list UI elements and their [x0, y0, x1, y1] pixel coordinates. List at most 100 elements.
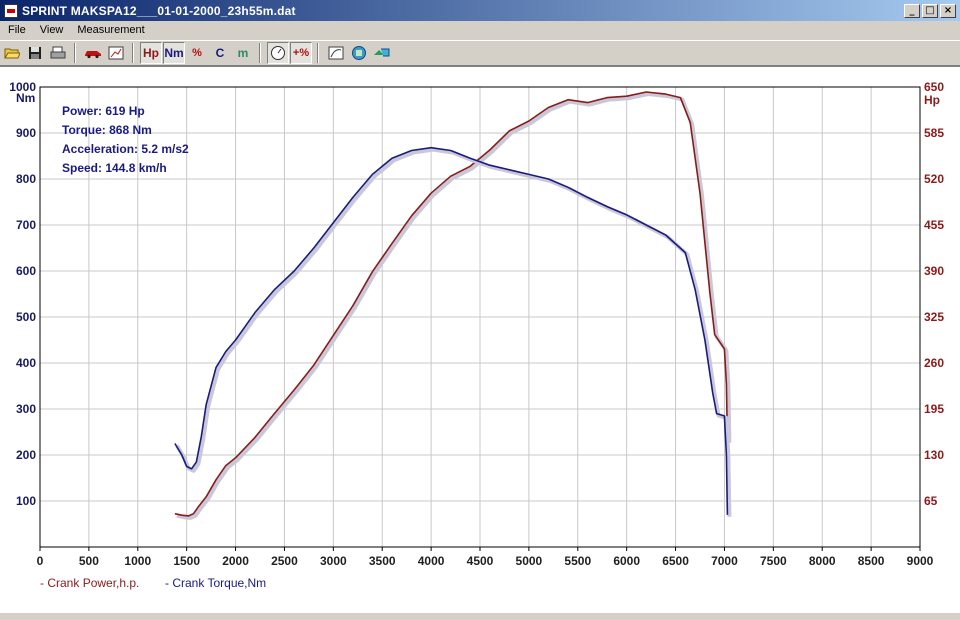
- x-tick-label: 3500: [369, 554, 396, 568]
- torque-curve: [174, 146, 729, 515]
- series-shadow-1: [175, 147, 732, 517]
- m-label: m: [237, 46, 249, 60]
- x-tick-label: 500: [79, 554, 99, 568]
- print-button[interactable]: [47, 42, 69, 64]
- window-title: SPRINT MAKSPA12___01-01-2000_23h55m.dat: [22, 3, 296, 18]
- x-tick-label: 7500: [760, 554, 787, 568]
- legend-power-label: Crank Power,h.p.: [47, 576, 139, 590]
- percent-button[interactable]: %: [186, 42, 208, 64]
- nm-toggle-label: Nm: [164, 46, 184, 60]
- open-folder-icon: [4, 48, 20, 59]
- x-tick-label: 5000: [516, 554, 543, 568]
- graph-view-button[interactable]: [105, 42, 127, 64]
- curve-chart-icon: [328, 46, 344, 60]
- car-button[interactable]: [82, 42, 104, 64]
- close-button[interactable]: ×: [940, 3, 956, 18]
- legend-torque-label: Crank Torque,Nm: [172, 576, 266, 590]
- y-axis-right: 65 130 195 260 325 390 455 520 585 650: [924, 80, 944, 508]
- x-tick-label: 0: [37, 554, 44, 568]
- y-right-tick-label: 650: [924, 80, 944, 94]
- c-label: C: [215, 46, 225, 60]
- open-folder-button[interactable]: [1, 42, 23, 64]
- export-button[interactable]: [371, 42, 393, 64]
- x-tick-label: 8500: [858, 554, 885, 568]
- legend-power: - Crank Power,h.p.: [40, 576, 139, 590]
- maximize-button[interactable]: □: [922, 3, 938, 18]
- x-tick-label: 4000: [418, 554, 445, 568]
- y-left-tick-label: 200: [16, 448, 36, 462]
- toolbar: Hp Nm % C m +%: [0, 40, 960, 66]
- info-acceleration: Acceleration: 5.2 m/s2: [62, 142, 189, 156]
- gauge-icon: [271, 46, 285, 60]
- y-left-tick-label: 900: [16, 126, 36, 140]
- power-curve: [174, 91, 729, 517]
- hp-toggle-button[interactable]: Hp: [140, 42, 162, 64]
- x-tick-label: 4500: [467, 554, 494, 568]
- x-tick-label: 3000: [320, 554, 347, 568]
- y-right-tick-label: 65: [924, 494, 938, 508]
- y-right-tick-label: 520: [924, 172, 944, 186]
- x-tick-label: 1000: [124, 554, 151, 568]
- curve-button[interactable]: [325, 42, 347, 64]
- x-tick-label: 1500: [173, 554, 200, 568]
- plus-percent-label: +%: [292, 47, 310, 59]
- save-button[interactable]: [24, 42, 46, 64]
- y-left-tick-label: 300: [16, 402, 36, 416]
- m-button[interactable]: m: [232, 42, 254, 64]
- gauge-button[interactable]: [267, 42, 289, 64]
- y-left-unit-label: Nm: [16, 91, 35, 105]
- y-right-tick-label: 455: [924, 218, 944, 232]
- info-speed: Speed: 144.8 km/h: [62, 161, 167, 175]
- y-left-tick-label: 400: [16, 356, 36, 370]
- y-right-tick-label: 130: [924, 448, 944, 462]
- y-right-tick-label: 585: [924, 126, 944, 140]
- legend: - Crank Power,h.p. - Crank Torque,Nm: [40, 576, 266, 590]
- y-left-tick-label: 700: [16, 218, 36, 232]
- hp-toggle-label: Hp: [143, 46, 159, 60]
- menu-file[interactable]: File: [0, 24, 32, 36]
- dyno-icon: [352, 46, 366, 60]
- minimize-button[interactable]: _: [904, 3, 920, 18]
- x-tick-label: 9000: [907, 554, 934, 568]
- toolbar-separator: [132, 43, 134, 63]
- legend-torque: - Crank Torque,Nm: [165, 576, 266, 590]
- grid: [40, 87, 920, 547]
- menu-measurement[interactable]: Measurement: [69, 24, 150, 36]
- info-torque: Torque: 868 Nm: [62, 123, 152, 137]
- y-left-tick-label: 600: [16, 264, 36, 278]
- x-tick-label: 2000: [222, 554, 249, 568]
- x-axis: 0 500 1000 1500 2000 2500 3000 3500 4000 4500 5000…: [37, 547, 934, 568]
- dyno-chart: 0 500 1000 1500 2000 2500 3000 3500 4000 4500 5000…: [9, 80, 944, 590]
- x-tick-label: 2500: [271, 554, 298, 568]
- plus-percent-button[interactable]: +%: [290, 42, 312, 64]
- menu-bar: File View Measurement: [0, 21, 960, 39]
- c-button[interactable]: C: [209, 42, 231, 64]
- y-left-tick-label: 500: [16, 310, 36, 324]
- nm-toggle-button[interactable]: Nm: [163, 42, 185, 64]
- save-disk-icon: [29, 47, 41, 59]
- menu-view[interactable]: View: [32, 24, 70, 36]
- toolbar-separator: [74, 43, 76, 63]
- y-left-tick-label: 100: [16, 494, 36, 508]
- x-tick-label: 6000: [613, 554, 640, 568]
- x-tick-label: 8000: [809, 554, 836, 568]
- info-power: Power: 619 Hp: [62, 104, 145, 118]
- toolbar-separator: [317, 43, 319, 63]
- x-tick-label: 7000: [711, 554, 738, 568]
- dyno-button[interactable]: [348, 42, 370, 64]
- toolbar-separator: [259, 43, 261, 63]
- x-tick-label: 6500: [662, 554, 689, 568]
- window-titlebar: SPRINT MAKSPA12___01-01-2000_23h55m.dat …: [0, 0, 960, 21]
- y-right-tick-label: 325: [924, 310, 944, 324]
- export-icon: [374, 48, 390, 57]
- y-axis-left: 1002003004005006007008009001000: [9, 80, 36, 508]
- x-tick-label: 5500: [564, 554, 591, 568]
- y-right-tick-label: 260: [924, 356, 944, 370]
- y-left-tick-label: 800: [16, 172, 36, 186]
- y-right-tick-label: 390: [924, 264, 944, 278]
- percent-label: %: [192, 47, 202, 59]
- chart-frame: 0 500 1000 1500 2000 2500 3000 3500 4000 4500 5000…: [0, 66, 960, 613]
- car-icon: [85, 51, 101, 59]
- y-right-unit-label: Hp: [924, 93, 940, 107]
- y-right-tick-label: 195: [924, 402, 944, 416]
